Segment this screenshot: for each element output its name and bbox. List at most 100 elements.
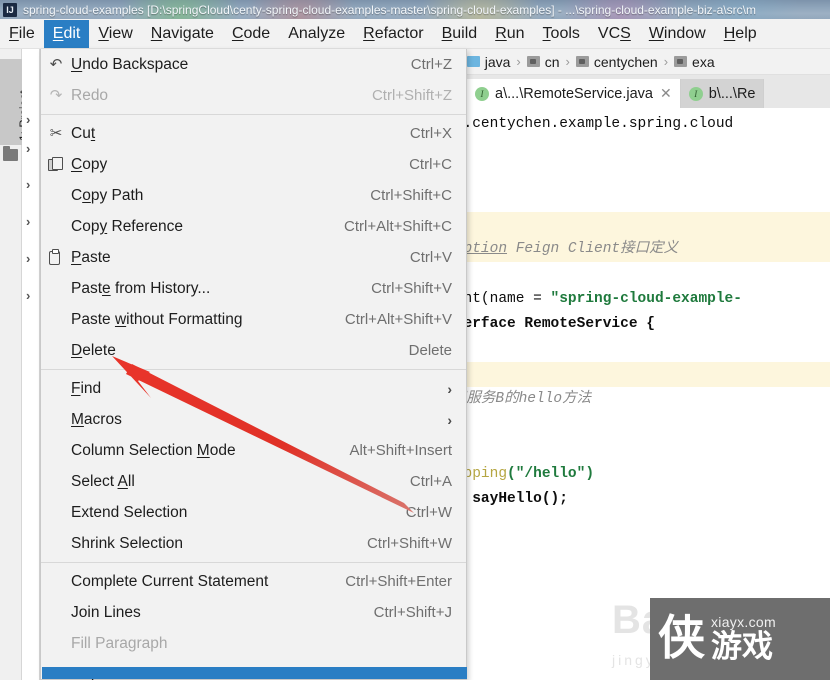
menubar-item-window[interactable]: Window	[640, 20, 715, 48]
chevron-right-icon: ›	[447, 411, 452, 428]
tree-expand-chevron-icon[interactable]: ›	[26, 289, 36, 302]
menu-item-shortcut: Ctrl+Z	[410, 56, 452, 73]
copy-icon	[48, 156, 63, 171]
edit-menu-popup: ↶ Undo Backspace Ctrl+Z ↷ Redo Ctrl+Shift+Z ✂ C…	[40, 49, 467, 680]
package-folder-icon	[674, 56, 688, 67]
menu-item-shortcut: Ctrl+Alt+Shift+C	[344, 218, 452, 235]
menubar-item-refactor[interactable]: Refactor	[354, 20, 432, 48]
menubar-item-tools[interactable]: Tools	[534, 20, 589, 48]
menu-item-label: Extend Selection	[71, 503, 188, 521]
menu-separator	[41, 369, 466, 370]
menu-item-find[interactable]: Find ›	[41, 373, 466, 404]
clipboard-icon	[49, 248, 60, 265]
menu-item-shortcut: Ctrl+X	[409, 125, 452, 142]
breadcrumb-item-cn[interactable]: cn	[526, 54, 560, 70]
breadcrumb-label: java	[484, 53, 511, 70]
menu-item-extend-selection[interactable]: Extend Selection Ctrl+W	[41, 497, 466, 528]
menu-item-shortcut: Ctrl+Shift+Z	[371, 87, 452, 104]
menu-item-shortcut: Ctrl+Shift+W	[366, 535, 452, 552]
app-window: IJ spring-cloud-examples [D:\springCloud…	[0, 0, 830, 680]
menu-item-redo: ↷ Redo Ctrl+Shift+Z	[41, 80, 466, 111]
menu-item-shortcut: Alt+Shift+Insert	[349, 442, 452, 459]
menubar-item-navigate[interactable]: Navigate	[142, 20, 223, 48]
menu-item-copy-path[interactable]: Copy Path Ctrl+Shift+C	[41, 180, 466, 211]
app-logo-icon: IJ	[3, 2, 17, 17]
redo-icon: ↷	[49, 86, 63, 104]
menu-item-label: Paste without Formatting	[71, 310, 243, 328]
menu-item-label: Column Selection Mode	[71, 441, 236, 459]
menu-item-label: Fill Paragraph	[71, 634, 168, 652]
menu-item-label: Select All	[71, 472, 135, 490]
java-interface-icon: I	[475, 86, 490, 101]
title-bar: IJ spring-cloud-examples [D:\springCloud…	[0, 0, 830, 19]
menu-item-shortcut: Ctrl+Alt+Shift+V	[344, 311, 452, 328]
menu-item-label: Delete	[71, 341, 116, 359]
tool-window-button-project[interactable]: 1: Project	[0, 59, 31, 145]
menubar-item-view[interactable]: View	[89, 20, 141, 48]
site-watermark-text: xiayx.com 游戏	[711, 614, 776, 664]
menu-item-paste-from-history[interactable]: Paste from History... Ctrl+Shift+V	[41, 273, 466, 304]
project-tree-column: › › › › › ›	[22, 49, 40, 680]
menu-item-column-selection-mode[interactable]: Column Selection Mode Alt+Shift+Insert	[41, 435, 466, 466]
breadcrumb-separator: ›	[516, 54, 521, 69]
editor-tab-1[interactable]: Ia\...\RemoteService.java ✕	[467, 79, 681, 108]
menubar-item-edit[interactable]: Edit	[43, 19, 90, 48]
menu-item-label: Paste	[71, 248, 111, 266]
javadoc-tag-value: Feign Client接口定义	[515, 241, 679, 257]
menu-item-label: Copy Path	[71, 186, 144, 204]
menu-bottom-selection[interactable]	[42, 667, 467, 679]
menu-item-label: Macros	[71, 410, 122, 428]
menu-item-copy-reference[interactable]: Copy Reference Ctrl+Alt+Shift+C	[41, 211, 466, 242]
menubar-item-analyze[interactable]: Analyze	[279, 20, 354, 48]
menubar-item-vcs[interactable]: VCS	[589, 20, 640, 48]
tree-expand-chevron-icon[interactable]: ›	[26, 113, 36, 126]
menu-bar: File Edit View Navigate Code Analyze Refactor B…	[0, 19, 830, 49]
menu-item-label: Copy Reference	[71, 217, 184, 235]
breadcrumb-item-centychen[interactable]: centychen	[575, 54, 658, 70]
menu-item-paste-without-formatting[interactable]: Paste without Formatting Ctrl+Alt+Shift+V	[41, 304, 466, 335]
menu-item-join-lines[interactable]: Join Lines Ctrl+Shift+J	[41, 597, 466, 628]
menu-item-cut[interactable]: ✂ Cut Ctrl+X	[41, 118, 466, 149]
menu-item-select-all[interactable]: Select All Ctrl+A	[41, 466, 466, 497]
menu-separator	[41, 114, 466, 115]
menu-item-paste[interactable]: Paste Ctrl+V	[41, 242, 466, 273]
breadcrumb-separator: ›	[565, 54, 570, 69]
folder-icon[interactable]	[3, 146, 18, 161]
breadcrumb-item-java[interactable]: java	[466, 53, 511, 70]
menubar-item-run[interactable]: Run	[486, 20, 533, 48]
menu-item-label: Copy	[71, 155, 108, 173]
annotation-value: "spring-cloud-example-	[550, 291, 742, 307]
breadcrumb-item-exa[interactable]: exa	[674, 54, 715, 70]
menubar-item-build[interactable]: Build	[433, 20, 487, 48]
menu-item-shortcut: Ctrl+A	[409, 473, 452, 490]
menu-item-shortcut: Ctrl+Shift+C	[370, 187, 452, 204]
left-tool-strip: 1: Project	[0, 49, 31, 680]
tree-expand-chevron-icon[interactable]: ›	[26, 178, 36, 191]
close-icon[interactable]: ✕	[660, 85, 672, 102]
folder-blue-icon	[466, 56, 480, 67]
menubar-item-code[interactable]: Code	[223, 20, 279, 48]
menu-item-label: Find	[71, 379, 102, 397]
tree-expand-chevron-icon[interactable]: ›	[26, 142, 36, 155]
menu-item-macros[interactable]: Macros ›	[41, 404, 466, 435]
menubar-item-help[interactable]: Help	[715, 20, 766, 48]
breadcrumb-separator: ›	[663, 54, 669, 69]
menu-item-label: Redo	[71, 86, 109, 104]
undo-icon: ↶	[49, 55, 63, 73]
menu-item-shortcut: Delete	[408, 342, 452, 359]
menu-item-copy[interactable]: Copy Ctrl+C	[41, 149, 466, 180]
menu-item-shortcut: Ctrl+Shift+Enter	[345, 573, 452, 590]
chevron-right-icon: ›	[447, 380, 452, 397]
menubar-item-file[interactable]: File	[0, 20, 44, 48]
menu-item-label: Shrink Selection	[71, 534, 184, 552]
menu-item-shrink-selection[interactable]: Shrink Selection Ctrl+Shift+W	[41, 528, 466, 559]
menu-item-complete-current-statement[interactable]: Complete Current Statement Ctrl+Shift+Ent…	[41, 566, 466, 597]
tree-expand-chevron-icon[interactable]: ›	[26, 252, 36, 265]
mapping-args: ("/hello")	[507, 466, 595, 482]
menu-item-shortcut: Ctrl+V	[409, 249, 452, 266]
menu-item-delete[interactable]: Delete Delete	[41, 335, 466, 366]
editor-tab-2[interactable]: Ib\...\Re	[680, 79, 765, 108]
menu-item-shortcut: Ctrl+W	[405, 504, 452, 521]
tree-expand-chevron-icon[interactable]: ›	[26, 215, 36, 228]
menu-item-undo-backspace[interactable]: ↶ Undo Backspace Ctrl+Z	[41, 49, 466, 80]
